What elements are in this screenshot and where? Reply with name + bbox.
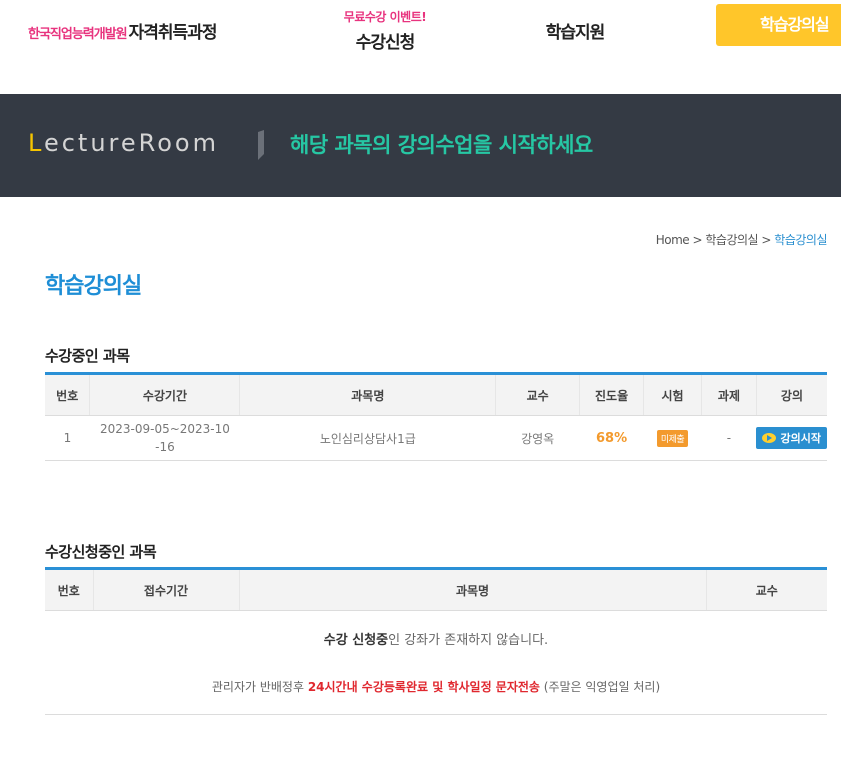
col-assignment: 과제	[701, 372, 757, 416]
col-no: 번호	[45, 372, 90, 416]
cell-professor: 강영옥	[495, 415, 580, 461]
empty-bold: 수강 신청중	[323, 633, 389, 648]
cell-course[interactable]: 노인심리상담사1급	[239, 415, 496, 461]
empty-row: 수강 신청중인 강좌가 존재하지 않습니다. 관리자가 반배정후 24시간내 수…	[45, 610, 827, 715]
period-text: 2023-09-05~2023-10-16	[99, 422, 230, 454]
cell-period: 2023-09-05~2023-10-16	[89, 415, 240, 461]
empty-rest: 인 강좌가 존재하지 않습니다.	[388, 633, 549, 648]
logo-first-letter: L	[28, 129, 44, 157]
breadcrumb-home[interactable]: Home	[656, 233, 690, 247]
enrolled-courses-table: 번호 수강기간 과목명 교수 진도율 시험 과제 강의 1 2023-09-05…	[45, 372, 827, 461]
site-logo[interactable]: 한국직업능력개발원 자격취득과정	[28, 18, 218, 43]
lectureroom-logo: LectureRoom	[28, 129, 219, 157]
cell-lecture: 강의시작	[756, 415, 827, 461]
cell-progress: 68%	[579, 415, 644, 461]
col-professor: 교수	[495, 372, 580, 416]
notice-bold: 24시간내 수강등록완료 및 학사일정 문자전송	[307, 680, 540, 694]
lecture-room-button[interactable]: 학습강의실	[716, 4, 841, 46]
exam-status-badge[interactable]: 미제출	[656, 429, 689, 447]
nav-label-support: 학습지원	[545, 23, 606, 43]
col-receipt-period: 접수기간	[92, 567, 239, 611]
col-progress: 진도율	[579, 372, 644, 416]
page-title: 학습강의실	[45, 274, 142, 299]
col-professor: 교수	[705, 567, 827, 611]
logo-rest: ectureRoom	[43, 129, 219, 157]
table-header-row: 번호 수강기간 과목명 교수 진도율 시험 과제 강의	[45, 372, 827, 416]
nav-label-enroll: 수강신청	[355, 33, 416, 53]
table-row: 1 2023-09-05~2023-10-16 노인심리상담사1급 강영옥 68…	[45, 415, 827, 461]
col-lecture: 강의	[755, 372, 827, 416]
nav-item-support[interactable]: 학습지원	[520, 18, 630, 43]
cell-exam: 미제출	[643, 415, 702, 461]
top-header: 한국직업능력개발원 자격취득과정 무료수강 이벤트! 수강신청 학습지원 학습강의…	[0, 0, 841, 70]
table-header-row: 번호 접수기간 과목명 교수	[45, 567, 827, 611]
breadcrumb-sep: >	[761, 233, 771, 247]
brand-name: 자격취득과정	[128, 23, 218, 43]
empty-cell: 수강 신청중인 강좌가 존재하지 않습니다. 관리자가 반배정후 24시간내 수…	[45, 610, 827, 715]
enrolled-section-title: 수강중인 과목	[45, 347, 130, 365]
applying-section-title: 수강신청중인 과목	[45, 543, 157, 561]
nav-item-enroll[interactable]: 무료수강 이벤트! 수강신청	[330, 8, 440, 53]
lecture-room-banner: LectureRoom 해당 과목의 강의수업을 시작하세요	[0, 94, 841, 197]
col-period: 수강기간	[89, 372, 240, 416]
breadcrumb: Home > 학습강의실 > 학습강의실	[656, 231, 828, 248]
empty-message: 수강 신청중인 강좌가 존재하지 않습니다.	[45, 629, 827, 648]
divider-mark-icon	[258, 130, 264, 160]
col-course: 과목명	[238, 567, 706, 611]
breadcrumb-sep: >	[692, 233, 703, 247]
notice-pre: 관리자가 반배정후	[211, 680, 308, 694]
breadcrumb-level1[interactable]: 학습강의실	[705, 233, 758, 247]
breadcrumb-current: 학습강의실	[774, 233, 827, 247]
col-exam: 시험	[643, 372, 702, 416]
cell-no: 1	[45, 415, 90, 461]
banner-message: 해당 과목의 강의수업을 시작하세요	[290, 133, 593, 157]
cell-assignment: -	[701, 415, 757, 461]
nav-event-label: 무료수강 이벤트!	[343, 10, 427, 24]
play-icon	[762, 433, 777, 443]
col-no: 번호	[45, 567, 93, 611]
start-lecture-button[interactable]: 강의시작	[756, 427, 827, 449]
notice-message: 관리자가 반배정후 24시간내 수강등록완료 및 학사일정 문자전송 (주말은 …	[45, 678, 827, 695]
applying-courses-table: 번호 접수기간 과목명 교수 수강 신청중인 강좌가 존재하지 않습니다. 관리…	[45, 567, 827, 715]
notice-post: (주말은 익영업일 처리)	[539, 680, 661, 694]
col-course: 과목명	[239, 372, 496, 416]
start-lecture-label: 강의시작	[780, 432, 821, 445]
brand-org: 한국직업능력개발원	[28, 27, 128, 42]
